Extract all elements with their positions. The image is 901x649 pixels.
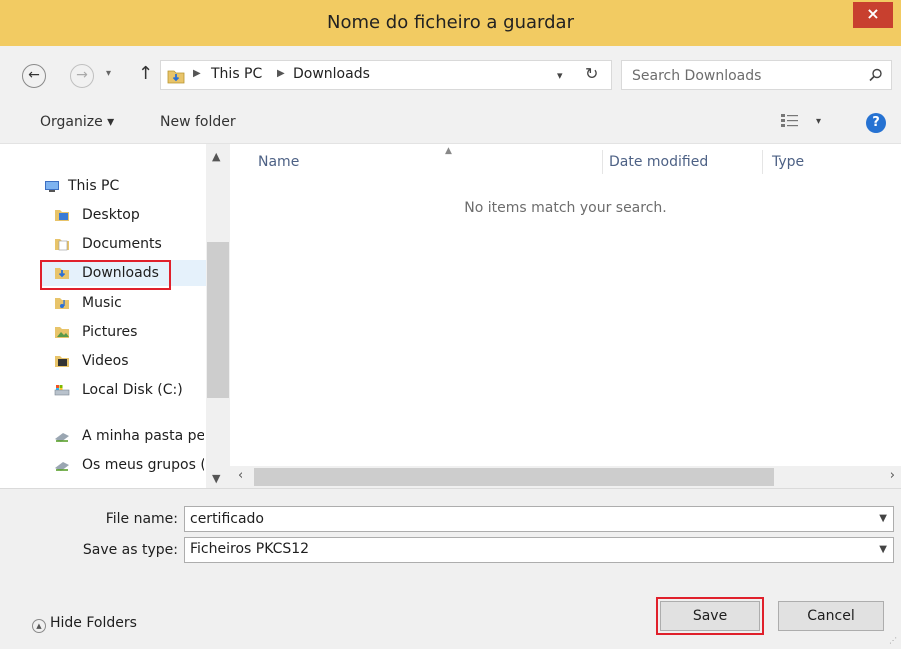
filename-label: File name:: [105, 511, 178, 527]
filename-dropdown-icon[interactable]: ▼: [879, 513, 887, 524]
column-divider[interactable]: [762, 150, 763, 174]
sidebar-item-local-disk[interactable]: Local Disk (C:): [54, 377, 204, 403]
sidebar-item-network-groups[interactable]: Os meus grupos (: [54, 452, 204, 478]
resize-grip-icon[interactable]: ⋰: [889, 636, 897, 645]
hide-folders-toggle[interactable]: ▲ Hide Folders: [32, 615, 137, 633]
back-button[interactable]: ←: [22, 64, 46, 88]
save-as-type-value: Ficheiros PKCS12: [190, 541, 310, 557]
new-folder-button[interactable]: New folder: [160, 114, 236, 130]
search-box[interactable]: [621, 60, 892, 90]
view-dropdown-icon[interactable]: ▾: [816, 116, 821, 127]
filename-field[interactable]: ▼: [184, 506, 894, 532]
pictures-folder-icon: [55, 327, 69, 338]
column-header-date-modified[interactable]: Date modified: [609, 150, 708, 174]
help-button[interactable]: ?: [866, 113, 886, 133]
column-header-name[interactable]: Name: [258, 150, 299, 174]
save-as-type-dropdown-icon[interactable]: ▼: [879, 544, 887, 555]
chevron-up-icon: ▲: [32, 619, 46, 633]
save-form: File name: ▼ Save as type: Ficheiros PKC…: [0, 488, 901, 649]
close-button[interactable]: ×: [853, 2, 893, 28]
file-list[interactable]: ▲ Name Date modified Type No items match…: [230, 144, 901, 466]
window-title: Nome do ficheiro a guardar: [327, 12, 574, 33]
column-header-type[interactable]: Type: [772, 150, 804, 174]
sidebar-item-label: Videos: [82, 353, 129, 369]
view-options-icon[interactable]: [780, 112, 800, 130]
save-as-type-label: Save as type:: [82, 542, 178, 558]
music-folder-icon: [55, 298, 69, 309]
navigation-pane-scrollbar[interactable]: ▲ ▼: [206, 144, 230, 488]
sidebar-item-label: Local Disk (C:): [82, 382, 183, 398]
sidebar-item-videos[interactable]: Videos: [54, 348, 204, 374]
downloads-folder-icon: [167, 70, 185, 84]
sidebar-item-label: A minha pasta pe: [82, 428, 204, 444]
empty-list-message: No items match your search.: [464, 200, 667, 216]
sidebar-item-documents[interactable]: Documents: [54, 231, 204, 257]
breadcrumb-this-pc[interactable]: This PC: [211, 66, 262, 82]
scrollbar-thumb[interactable]: [207, 242, 229, 398]
address-bar[interactable]: ▶ This PC ▶ Downloads ▾ ↻: [160, 60, 612, 90]
sidebar-item-this-pc[interactable]: This PC: [44, 173, 204, 199]
sidebar-item-network-share[interactable]: A minha pasta pe: [54, 423, 204, 449]
up-button[interactable]: ↑: [138, 63, 153, 84]
forward-button[interactable]: →: [70, 64, 94, 88]
file-list-horizontal-scrollbar[interactable]: ‹ ›: [230, 466, 901, 488]
sidebar-item-label: This PC: [68, 178, 120, 194]
sidebar-item-pictures[interactable]: Pictures: [54, 319, 204, 345]
sort-ascending-icon: ▲: [445, 146, 452, 156]
hide-folders-label: Hide Folders: [50, 615, 137, 631]
sidebar-item-label: Pictures: [82, 324, 138, 340]
breadcrumb-separator: ▶: [193, 68, 201, 79]
sidebar-item-label: Music: [82, 295, 122, 311]
scroll-down-icon[interactable]: ▼: [212, 472, 220, 485]
navigation-pane: This PC Desktop Documents Downloads Musi…: [0, 144, 230, 488]
sidebar-item-desktop[interactable]: Desktop: [54, 202, 204, 228]
drive-icon: [54, 385, 70, 396]
sidebar-item-music[interactable]: Music: [54, 290, 204, 316]
sidebar-item-label: Downloads: [82, 265, 159, 281]
breadcrumb-downloads[interactable]: Downloads: [293, 66, 370, 82]
search-input[interactable]: [632, 66, 852, 86]
breadcrumb-separator: ▶: [277, 68, 285, 79]
address-dropdown-icon[interactable]: ▾: [557, 69, 563, 82]
desktop-folder-icon: [55, 210, 69, 221]
sidebar-item-downloads[interactable]: Downloads: [40, 260, 206, 286]
documents-folder-icon: [55, 239, 69, 251]
title-bar: Nome do ficheiro a guardar ×: [0, 0, 901, 46]
sidebar-item-label: Os meus grupos (: [82, 457, 204, 473]
cancel-button[interactable]: Cancel: [778, 601, 884, 631]
network-share-icon: [55, 462, 69, 471]
recent-locations-dropdown[interactable]: ▾: [106, 68, 111, 79]
computer-icon: [45, 181, 59, 192]
save-button[interactable]: Save: [660, 601, 760, 631]
sidebar-item-label: Desktop: [82, 207, 140, 223]
downloads-folder-icon: [55, 268, 69, 279]
scrollbar-thumb[interactable]: [254, 468, 774, 486]
command-toolbar: Organize ▾ New folder ▾ ?: [0, 104, 901, 144]
column-divider[interactable]: [602, 150, 603, 174]
sidebar-item-label: Documents: [82, 236, 162, 252]
videos-folder-icon: [55, 356, 69, 367]
refresh-icon[interactable]: ↻: [585, 64, 598, 83]
search-icon[interactable]: [869, 68, 883, 82]
scroll-up-icon[interactable]: ▲: [212, 150, 220, 163]
network-share-icon: [55, 433, 69, 442]
scroll-right-icon[interactable]: ›: [890, 468, 895, 483]
filename-input[interactable]: [190, 510, 840, 528]
organize-menu[interactable]: Organize ▾: [40, 114, 114, 130]
navigation-bar: ← → ▾ ↑ ▶ This PC ▶ Downloads ▾ ↻: [0, 46, 901, 104]
save-as-type-select[interactable]: Ficheiros PKCS12 ▼: [184, 537, 894, 563]
scroll-left-icon[interactable]: ‹: [238, 468, 243, 483]
